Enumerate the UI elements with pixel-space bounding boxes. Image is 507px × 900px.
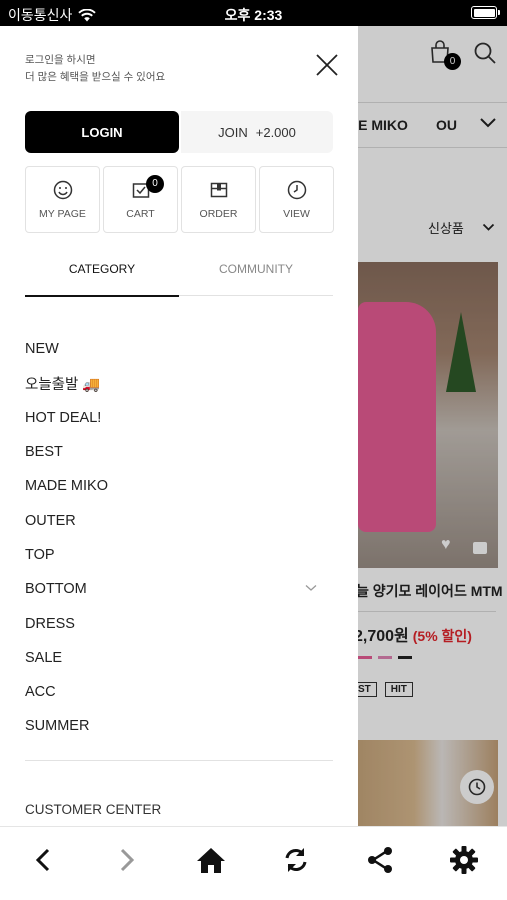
customer-center-link[interactable]: CUSTOMER CENTER <box>25 802 161 817</box>
category-new[interactable]: NEW <box>25 332 325 366</box>
category-label: BOTTOM <box>25 581 87 598</box>
category-top[interactable]: TOP <box>25 538 325 572</box>
battery-icon <box>471 6 500 19</box>
category-best[interactable]: BEST <box>25 435 325 469</box>
cart-badge: 0 <box>146 175 164 193</box>
quick-link-cart[interactable]: 0 CART <box>103 166 178 233</box>
category-outer[interactable]: OUTER <box>25 503 325 537</box>
category-today-delivery[interactable]: 오늘출발 🚚 <box>25 366 325 400</box>
category-summer[interactable]: SUMMER <box>25 709 325 743</box>
forward-button[interactable] <box>110 843 144 877</box>
back-icon <box>35 848 50 872</box>
quick-link-label: MY PAGE <box>39 208 86 220</box>
back-button[interactable] <box>26 843 60 877</box>
login-message-line: 로그인을 하시면 <box>25 54 96 66</box>
quick-link-my-page[interactable]: MY PAGE <box>25 166 100 233</box>
join-button[interactable]: JOIN +2.000 <box>181 111 333 153</box>
settings-icon <box>450 846 478 874</box>
login-message-line: 더 많은 혜택을 받으실 수 있어요 <box>25 71 166 83</box>
status-bar: 이동통신사 오후 2:33 <box>0 0 507 26</box>
category-dress[interactable]: DRESS <box>25 606 325 640</box>
clock-icon <box>287 180 306 200</box>
refresh-icon <box>285 848 307 872</box>
home-button[interactable] <box>194 843 228 877</box>
join-bonus: +2.000 <box>255 124 296 140</box>
login-message: 로그인을 하시면 더 많은 혜택을 받으실 수 있어요 <box>25 52 165 86</box>
browser-toolbar <box>0 826 507 900</box>
settings-button[interactable] <box>447 843 481 877</box>
quick-link-order[interactable]: ORDER <box>181 166 256 233</box>
share-icon <box>368 847 392 873</box>
share-button[interactable] <box>363 843 397 877</box>
quick-links: MY PAGE 0 CART ORDER VIEW <box>25 166 334 233</box>
chevron-down-icon[interactable] <box>305 584 317 592</box>
quick-link-label: ORDER <box>199 208 238 220</box>
category-list: NEW 오늘출발 🚚 HOT DEAL! BEST MADE MIKO OUTE… <box>25 332 325 744</box>
tab-community[interactable]: COMMUNITY <box>179 258 333 295</box>
drawer-tabs: CATEGORY COMMUNITY <box>25 258 333 297</box>
close-icon[interactable] <box>314 52 340 78</box>
login-button[interactable]: LOGIN <box>25 111 179 153</box>
refresh-button[interactable] <box>279 843 313 877</box>
category-made-miko[interactable]: MADE MIKO <box>25 469 325 503</box>
quick-link-view[interactable]: VIEW <box>259 166 334 233</box>
side-drawer: 로그인을 하시면 더 많은 혜택을 받으실 수 있어요 LOGIN JOIN +… <box>0 26 358 826</box>
forward-icon <box>120 848 135 872</box>
home-icon <box>197 848 225 873</box>
quick-link-label: VIEW <box>283 208 310 220</box>
divider <box>25 760 333 761</box>
tab-category[interactable]: CATEGORY <box>25 258 179 297</box>
category-hot-deal[interactable]: HOT DEAL! <box>25 401 325 435</box>
box-icon <box>210 182 227 198</box>
quick-link-label: CART <box>126 208 155 220</box>
clock: 오후 2:33 <box>224 7 283 23</box>
category-acc[interactable]: ACC <box>25 675 325 709</box>
join-label: JOIN <box>218 124 248 140</box>
category-sale[interactable]: SALE <box>25 641 325 675</box>
smile-icon <box>53 180 72 200</box>
category-bottom[interactable]: BOTTOM <box>25 572 325 606</box>
